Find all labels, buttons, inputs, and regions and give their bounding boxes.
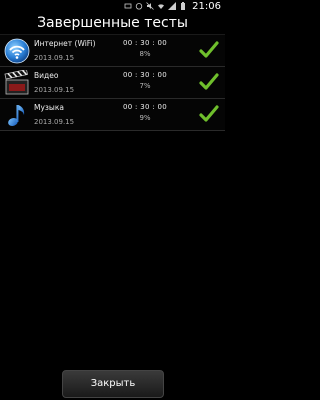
test-duration: 00 : 30 : 00 xyxy=(123,103,167,111)
wifi-icon xyxy=(4,38,30,64)
wifi-status-icon xyxy=(158,4,165,9)
test-percent: 7% xyxy=(139,82,151,90)
test-name: Видео xyxy=(34,71,59,80)
status-time: 21:06 xyxy=(192,0,221,12)
test-duration: 00 : 30 : 00 xyxy=(123,71,167,79)
list-item[interactable]: Музыка 2013.09.15 00 : 30 : 00 9% xyxy=(0,99,225,131)
test-percent: 8% xyxy=(139,50,151,58)
list-item[interactable]: Интернет (WiFi) 2013.09.15 00 : 30 : 00 … xyxy=(0,35,225,67)
close-button[interactable]: Закрыть xyxy=(62,370,164,398)
test-name: Интернет (WiFi) xyxy=(34,39,96,48)
music-note-icon xyxy=(8,105,25,126)
completed-tests-list: Интернет (WiFi) 2013.09.15 00 : 30 : 00 … xyxy=(0,35,225,131)
alarm-icon xyxy=(135,3,143,10)
status-bar: 21:06 xyxy=(0,0,225,12)
test-name: Музыка xyxy=(34,103,64,112)
checkmark-icon xyxy=(199,41,219,58)
test-date: 2013.09.15 xyxy=(34,118,75,126)
page-title: Завершенные тесты xyxy=(0,12,225,35)
test-date: 2013.09.15 xyxy=(34,54,75,62)
clapperboard-icon xyxy=(4,70,29,95)
mute-icon xyxy=(146,2,154,10)
test-percent: 9% xyxy=(139,114,151,122)
test-duration: 00 : 30 : 00 xyxy=(123,39,167,47)
signal-icon xyxy=(168,2,177,10)
list-item[interactable]: Видео 2013.09.15 00 : 30 : 00 7% xyxy=(0,67,225,99)
checkmark-icon xyxy=(199,105,219,122)
test-date: 2013.09.15 xyxy=(34,86,75,94)
checkmark-icon xyxy=(199,73,219,90)
notification-icon xyxy=(124,3,132,9)
battery-icon xyxy=(181,2,186,10)
